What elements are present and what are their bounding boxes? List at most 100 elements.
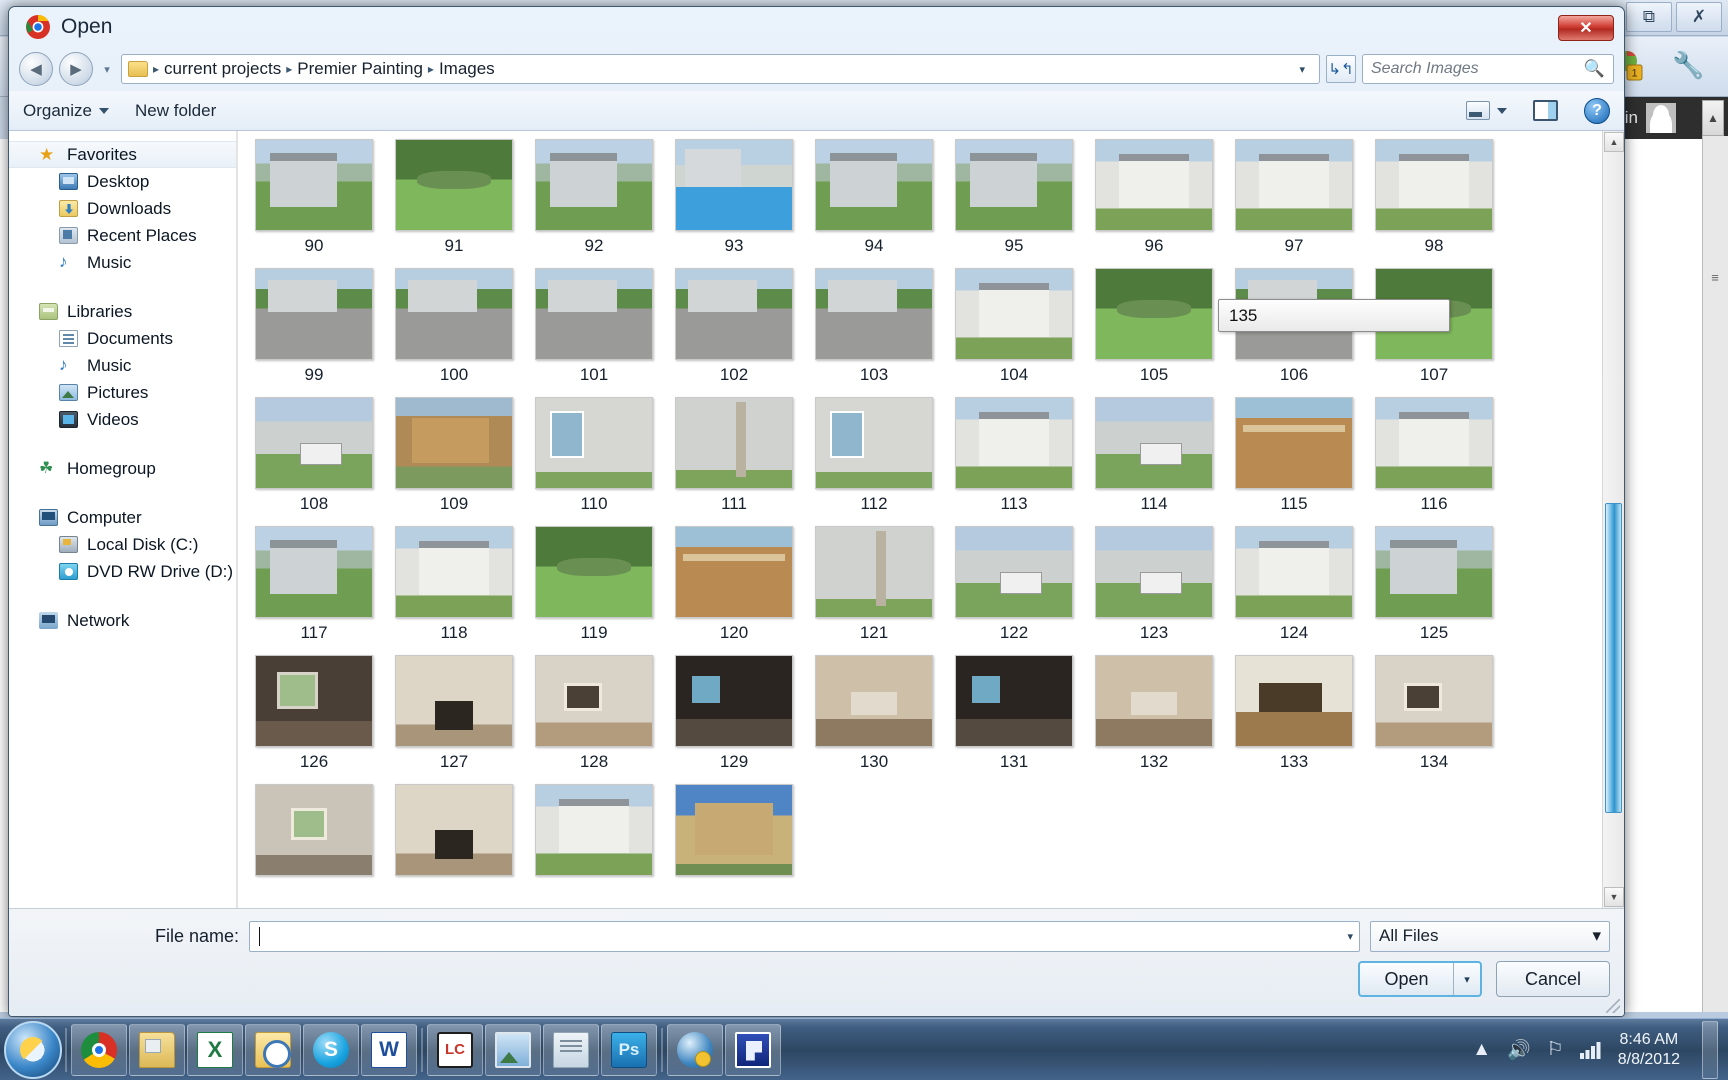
thumbnail-item[interactable]: 100 [384,268,524,397]
lc-taskbar-button[interactable] [427,1023,483,1076]
thumbnail-image[interactable] [535,655,653,747]
thumbnail-image[interactable] [1095,139,1213,231]
photo-viewer-taskbar-icon[interactable] [495,1031,531,1068]
thumbnail-item[interactable] [384,784,524,908]
thumbnail-item[interactable]: 104 [944,268,1084,397]
thumbnail-item[interactable]: 103 [804,268,944,397]
thumbnail-image[interactable] [1235,139,1353,231]
thumbnail-item[interactable]: 106 [1224,268,1364,397]
filename-input[interactable]: ▾ [249,920,1360,952]
forward-button[interactable]: ▶ [59,52,93,86]
thumbnail-image[interactable] [815,139,933,231]
open-dropdown-icon[interactable]: ▾ [1454,963,1480,995]
blue-app-taskbar-icon[interactable] [735,1031,771,1068]
thumbnail-image[interactable] [255,655,373,747]
sidebar-item-local-disk-c[interactable]: Local Disk (C:) [9,531,236,558]
network-signal-bars-icon[interactable] [1579,1041,1602,1059]
thumbnail-image[interactable] [675,655,793,747]
thumbnail-item[interactable]: 90 [244,139,384,268]
sidebar-item-libraries[interactable]: Libraries [9,298,236,325]
windows-start-icon[interactable] [4,1020,62,1079]
outlook-taskbar-button[interactable] [245,1023,301,1076]
thumbnail-item[interactable] [664,784,804,908]
history-dropdown-icon[interactable]: ▾ [99,63,115,76]
thumbnail-image[interactable] [1095,397,1213,489]
thumbnail-image[interactable] [255,397,373,489]
chrome-taskbar-button[interactable] [71,1023,127,1076]
thumbnail-item[interactable]: 105 [1084,268,1224,397]
thumbnail-item[interactable] [244,784,384,908]
thumbnail-image[interactable] [815,268,933,360]
search-input[interactable]: Search Images 🔍 [1362,54,1614,84]
thumbnail-item[interactable]: 122 [944,526,1084,655]
thumbnail-item[interactable]: 121 [804,526,944,655]
chevron-down-icon[interactable]: ▾ [1347,930,1353,943]
action-center-flag-icon[interactable]: ⚐ [1547,1038,1564,1061]
thumbnail-image[interactable] [955,139,1073,231]
thumbnail-image[interactable] [255,784,373,876]
sidebar-item-desktop[interactable]: Desktop [9,168,236,195]
thumbnail-image[interactable] [535,784,653,876]
organize-button[interactable]: Organize [23,101,109,121]
thumbnail-item[interactable]: 116 [1364,397,1504,526]
outlook-taskbar-icon[interactable] [255,1031,291,1068]
excel-taskbar-icon[interactable] [197,1031,233,1068]
sidebar-item-computer[interactable]: Computer [9,504,236,531]
photoshop-taskbar-button[interactable] [601,1023,657,1076]
wrench-menu-icon[interactable]: 🔧 [1672,48,1704,82]
background-scrollbar[interactable] [1702,136,1728,1012]
thumbnail-image[interactable] [675,139,793,231]
thumbnail-image[interactable] [955,268,1073,360]
scrollbar-thumb[interactable] [1605,503,1622,813]
thumbnail-item[interactable]: 98 [1364,139,1504,268]
show-hidden-icons-icon[interactable]: ▲ [1472,1039,1491,1061]
explorer-taskbar-button[interactable] [129,1023,185,1076]
notepad-taskbar-icon[interactable] [553,1031,589,1068]
thumbnail-image[interactable] [955,397,1073,489]
sidebar-item-music[interactable]: ♪ Music [9,352,236,379]
chrome-taskbar-icon[interactable] [81,1031,117,1068]
skype-taskbar-icon[interactable] [313,1031,349,1068]
thumbnail-image[interactable] [1095,655,1213,747]
thumbnail-image[interactable] [535,268,653,360]
thumbnail-item[interactable]: 94 [804,139,944,268]
thumbnail-item[interactable]: 110 [524,397,664,526]
thumbnail-item[interactable]: 97 [1224,139,1364,268]
file-list[interactable]: 90 91 92 93 94 95 96 97 98 99 100 101 102 103 104 105 10… [237,131,1624,908]
scrollbar-down-arrow[interactable]: ▼ [1604,887,1624,907]
thumbnail-image[interactable] [1095,526,1213,618]
clock[interactable]: 8:46 AM 8/8/2012 [1618,1030,1680,1070]
sidebar-item-favorites[interactable]: ★ Favorites [9,141,236,168]
thumbnail-item[interactable]: 96 [1084,139,1224,268]
thumbnail-image[interactable] [1375,655,1493,747]
avatar[interactable] [1646,103,1676,133]
sidebar-item-network[interactable]: Network [9,607,236,634]
thumbnail-image[interactable] [815,655,933,747]
explorer-taskbar-icon[interactable] [139,1031,175,1068]
lc-taskbar-icon[interactable] [437,1031,473,1068]
thumbnail-item[interactable]: 123 [1084,526,1224,655]
thumbnail-image[interactable] [1375,526,1493,618]
sidebar-item-videos[interactable]: Videos [9,406,236,433]
blue-app-taskbar-button[interactable] [725,1023,781,1076]
thumbnail-item[interactable]: 127 [384,655,524,784]
thumbnail-item[interactable]: 99 [244,268,384,397]
sidebar-item-music[interactable]: ♪ Music [9,249,236,276]
thumbnail-image[interactable] [535,139,653,231]
refresh-icon[interactable]: ↳↰ [1326,55,1356,83]
thumbnail-item[interactable]: 108 [244,397,384,526]
thumbnail-item[interactable]: 92 [524,139,664,268]
thumbnail-item[interactable]: 132 [1084,655,1224,784]
thumbnail-item[interactable]: 126 [244,655,384,784]
thumbnail-image[interactable] [395,397,513,489]
thumbnail-image[interactable] [675,268,793,360]
thumbnail-image[interactable] [1375,397,1493,489]
show-desktop-button[interactable] [1702,1020,1718,1079]
thumbnail-image[interactable] [255,526,373,618]
thumbnail-image[interactable] [535,397,653,489]
thumbnail-item[interactable]: 101 [524,268,664,397]
thumbnail-image[interactable] [255,268,373,360]
thumbnail-image[interactable] [675,784,793,876]
thumbnail-image[interactable] [1375,139,1493,231]
filetype-select[interactable]: All Files ▾ [1370,920,1610,952]
